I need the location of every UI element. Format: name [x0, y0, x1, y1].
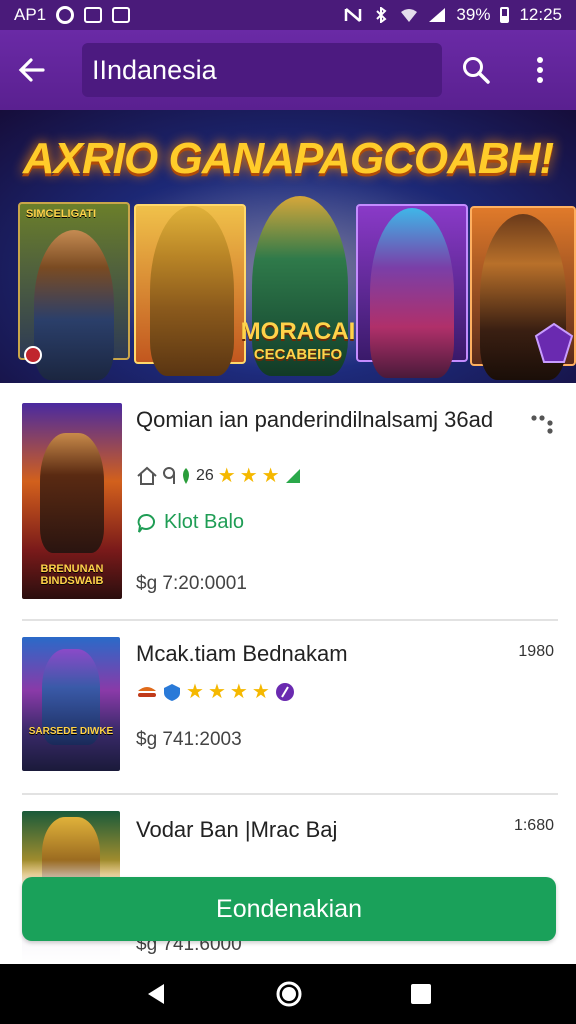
back-triangle-icon[interactable]	[144, 982, 168, 1006]
item-meta: ★ ★ ★ ★	[136, 679, 296, 704]
recents-square-icon[interactable]	[410, 983, 432, 1005]
app-bar: IIndanesia	[0, 30, 576, 110]
item-title: Mcak.tiam Bednakam	[136, 641, 348, 666]
sync-icon	[56, 6, 75, 24]
star-icon: ★	[251, 681, 270, 703]
rating-value: 26	[196, 466, 214, 484]
primary-action-button[interactable]: Eondenakian	[22, 877, 556, 941]
item-right-value: 1:680	[513, 817, 554, 834]
badge-icon	[275, 682, 294, 701]
character-art	[370, 208, 454, 378]
more-horizontal-icon	[531, 415, 553, 434]
item-title: Qomian ian panderindilnalsamj 36ad	[136, 407, 494, 432]
image-icon	[112, 7, 131, 23]
star-icon: ★	[229, 681, 248, 703]
bluetooth-icon	[376, 7, 387, 23]
status-text: Klot Balo	[164, 511, 245, 533]
character-art	[40, 433, 104, 553]
signal-icon	[429, 8, 446, 22]
game-thumbnail: BRENUNAN BINDSWAIB	[22, 403, 122, 599]
list-item[interactable]: BRENUNAN BINDSWAIB Qomian ian panderindi…	[0, 383, 576, 619]
overflow-menu-button[interactable]	[508, 30, 572, 110]
arrow-left-icon	[18, 58, 45, 82]
item-status: Klot Balo	[136, 511, 244, 534]
star-icon: ★	[217, 465, 236, 487]
wifi-icon	[401, 9, 418, 22]
promo-banner[interactable]: SIMCELIGATI MORACAI CECABEIFO AXRIO GANA…	[0, 110, 576, 383]
star-icon: ★	[261, 465, 280, 487]
search-icon	[463, 57, 490, 84]
search-button[interactable]	[444, 30, 508, 110]
character-art	[150, 206, 234, 376]
banner-title: AXRIO GANAPAGCOABH!	[22, 134, 554, 183]
nfc-icon	[345, 8, 362, 22]
item-meta: 26 ★ ★ ★	[136, 463, 302, 488]
battery-icon	[500, 7, 510, 23]
item-price: $g 7:20:0001	[136, 573, 247, 594]
search-field[interactable]: IIndanesia	[82, 43, 442, 97]
home-icon	[137, 466, 157, 485]
system-nav-bar	[0, 964, 576, 1024]
clock: 12:25	[519, 5, 562, 24]
carrier-label: AP1	[14, 5, 47, 24]
search-value: IIndanesia	[92, 54, 217, 85]
status-bar: AP1 39% 12:25	[0, 0, 576, 30]
character-art	[34, 230, 114, 380]
star-icon: ★	[186, 681, 204, 703]
gem-icon	[534, 322, 574, 363]
card-tag: SIMCELIGATI	[26, 208, 97, 220]
battery-percent: 39%	[456, 5, 491, 24]
thumbnail-caption: SARSEDE DIWKE	[28, 726, 114, 737]
star-icon: ★	[207, 681, 226, 703]
banner-logo-line1: MORACAI	[240, 318, 356, 345]
item-price: $g 741:2003	[136, 729, 242, 750]
more-vertical-icon	[537, 57, 543, 83]
list-item[interactable]: SARSEDE DIWKE Mcak.tiam Bednakam 1980 ★ …	[0, 621, 576, 793]
item-more-button[interactable]	[528, 409, 558, 439]
leaf-icon	[183, 467, 189, 484]
chat-bubble-icon	[137, 513, 155, 533]
game-thumbnail: SARSEDE DIWKE	[22, 637, 120, 771]
back-button[interactable]	[0, 30, 64, 110]
banner-logo: MORACAI CECABEIFO	[240, 318, 356, 363]
home-circle-icon[interactable]	[275, 980, 303, 1008]
item-title: Vodar Ban |Mrac Baj	[136, 817, 338, 842]
trend-icon	[285, 468, 300, 483]
notification-icon	[84, 7, 103, 23]
banner-logo-line2: CECABEIFO	[253, 346, 343, 363]
star-icon: ★	[239, 465, 258, 487]
badge-icon	[24, 346, 42, 364]
thumbnail-caption: BRENUNAN BINDSWAIB	[40, 563, 104, 587]
nine-glyph-icon	[163, 466, 175, 484]
shield-icon	[164, 683, 180, 701]
item-right-value: 1980	[518, 643, 554, 660]
burger-icon	[138, 686, 156, 697]
